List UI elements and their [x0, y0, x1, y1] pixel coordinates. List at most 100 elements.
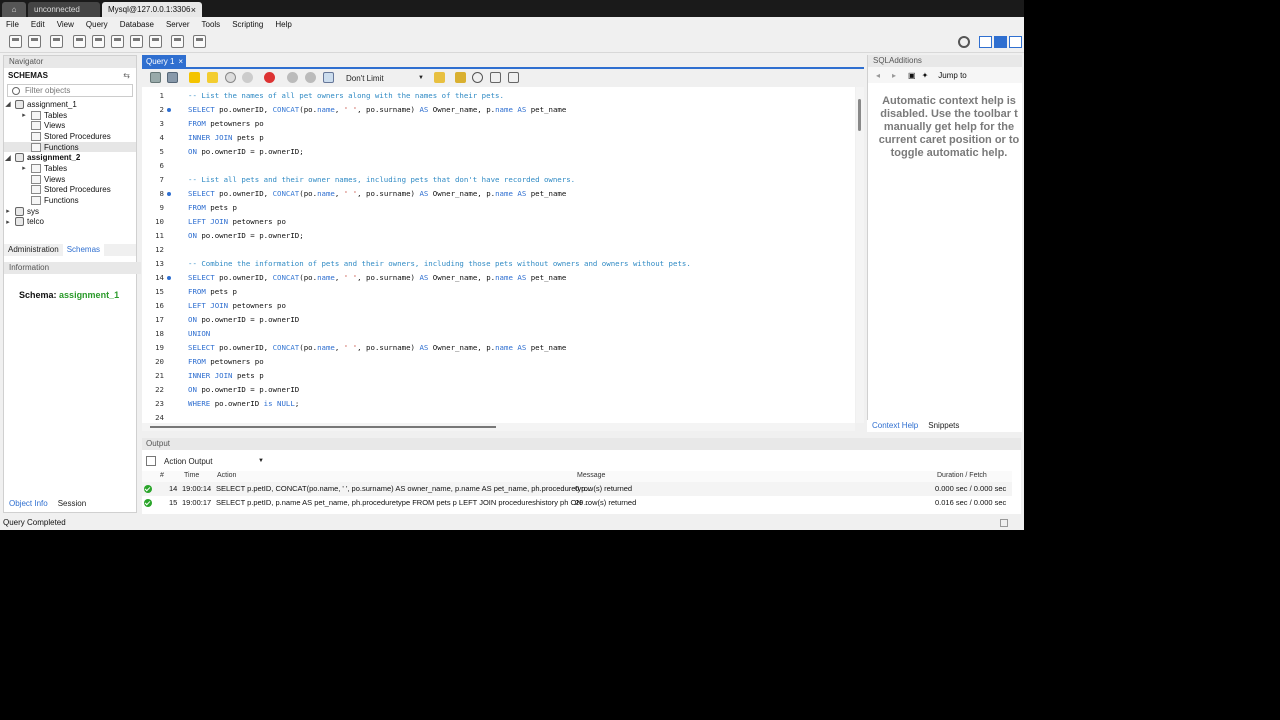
tree-item-tables[interactable]: ▸ Tables	[4, 110, 136, 121]
back-icon[interactable]: ◂	[876, 71, 880, 80]
code-line[interactable]: 12	[142, 243, 855, 257]
close-icon[interactable]: ×	[191, 5, 196, 15]
beautify-icon[interactable]	[455, 72, 466, 83]
tree-item-tables[interactable]: ▸ Tables	[4, 163, 136, 174]
schema-assignment-2[interactable]: ◢ assignment_2	[4, 152, 136, 163]
create-view-icon[interactable]	[111, 35, 124, 48]
filter-objects-input[interactable]: Filter objects	[7, 84, 133, 97]
tab-unconnected[interactable]: unconnected	[28, 2, 100, 17]
invisible-chars-icon[interactable]	[490, 72, 501, 83]
execute-statement-icon[interactable]	[207, 72, 218, 83]
output-row[interactable]: 14 19:00:14 SELECT p.petID, CONCAT(po.na…	[142, 482, 1012, 496]
tab-context-help[interactable]: Context Help	[867, 420, 924, 432]
menu-tools[interactable]: Tools	[196, 20, 227, 29]
reconnect-icon[interactable]	[193, 35, 206, 48]
tree-item-functions[interactable]: Functions	[4, 195, 136, 206]
refresh-icon[interactable]: ⇆	[123, 71, 130, 80]
home-tab[interactable]: ⌂	[2, 2, 26, 17]
code-line[interactable]: 4 INNER JOIN pets p	[142, 131, 855, 145]
code-line[interactable]: 21 INNER JOIN pets p	[142, 369, 855, 383]
expand-arrow-icon[interactable]: ▸	[4, 207, 12, 215]
code-line[interactable]: 20 FROM petowners po	[142, 355, 855, 369]
toggle-stop-on-error-icon[interactable]	[264, 72, 275, 83]
settings-gear-icon[interactable]	[958, 36, 970, 48]
tab-session[interactable]: Session	[53, 498, 91, 510]
code-line[interactable]: 5 ON po.ownerID = p.ownerID;	[142, 145, 855, 159]
code-line[interactable]: 11 ON po.ownerID = p.ownerID;	[142, 229, 855, 243]
menu-edit[interactable]: Edit	[25, 20, 51, 29]
expand-arrow-icon[interactable]: ◢	[4, 100, 12, 108]
code-line[interactable]: 9 FROM pets p	[142, 201, 855, 215]
tree-item-functions[interactable]: Functions	[4, 141, 136, 153]
create-procedure-icon[interactable]	[130, 35, 143, 48]
close-icon[interactable]: ×	[178, 57, 183, 66]
commit-icon[interactable]	[287, 72, 298, 83]
col-message[interactable]: Message	[577, 472, 605, 479]
find-icon[interactable]	[472, 72, 483, 83]
execute-icon[interactable]	[189, 72, 200, 83]
menu-scripting[interactable]: Scripting	[226, 20, 269, 29]
menu-query[interactable]: Query	[80, 20, 114, 29]
create-schema-icon[interactable]	[73, 35, 86, 48]
schema-telco[interactable]: ▸ telco	[4, 217, 136, 228]
code-line[interactable]: 18 UNION	[142, 327, 855, 341]
panel-toggle-icon[interactable]	[1000, 519, 1008, 527]
code-line[interactable]: 14 SELECT po.ownerID, CONCAT(po.name, ' '…	[142, 271, 855, 285]
autocommit-icon[interactable]	[323, 72, 334, 83]
output-row[interactable]: 15 19:00:17 SELECT p.petID, p.name AS pe…	[142, 496, 1012, 510]
schema-sys[interactable]: ▸ sys	[4, 206, 136, 217]
code-line[interactable]: 7 -- List all pets and their owner names,…	[142, 173, 855, 187]
add-snippet-icon[interactable]	[434, 72, 445, 83]
jump-to-select[interactable]: Jump to	[938, 71, 966, 80]
inspector-icon[interactable]	[50, 35, 63, 48]
create-table-icon[interactable]	[92, 35, 105, 48]
schema-assignment-1[interactable]: ◢ assignment_1	[4, 99, 136, 110]
code-line[interactable]: 16 LEFT JOIN petowners po	[142, 299, 855, 313]
manual-help-icon[interactable]: ▣	[908, 71, 916, 80]
explain-icon[interactable]	[225, 72, 236, 83]
menu-database[interactable]: Database	[114, 20, 160, 29]
tree-item-views[interactable]: Views	[4, 120, 136, 131]
tab-schemas[interactable]: Schemas	[62, 244, 105, 256]
menu-server[interactable]: Server	[160, 20, 196, 29]
code-line[interactable]: 15 FROM pets p	[142, 285, 855, 299]
tab-mysql-connection[interactable]: Mysql@127.0.0.1:3306 ×	[102, 2, 202, 17]
code-line[interactable]: 13 -- Combine the information of pets and…	[142, 257, 855, 271]
scrollbar-thumb[interactable]	[150, 426, 496, 428]
expand-arrow-icon[interactable]: ▸	[20, 164, 28, 172]
code-line[interactable]: 1 -- List the names of all pet owners alo…	[142, 89, 855, 103]
tab-snippets[interactable]: Snippets	[923, 420, 964, 432]
open-sql-script-icon[interactable]	[28, 35, 41, 48]
editor-vertical-scrollbar[interactable]	[856, 87, 864, 423]
toggle-navigator-icon[interactable]	[979, 36, 992, 48]
col-duration[interactable]: Duration / Fetch	[937, 472, 987, 479]
col-number[interactable]: #	[160, 472, 164, 479]
expand-arrow-icon[interactable]: ▸	[4, 218, 12, 226]
editor-horizontal-scrollbar[interactable]	[142, 423, 855, 431]
tab-object-info[interactable]: Object Info	[4, 498, 53, 510]
tree-item-stored-procedures[interactable]: Stored Procedures	[4, 185, 136, 196]
save-icon[interactable]	[167, 72, 178, 83]
code-line[interactable]: 23 WHERE po.ownerID is NULL;	[142, 397, 855, 411]
tree-item-views[interactable]: Views	[4, 174, 136, 185]
create-function-icon[interactable]	[149, 35, 162, 48]
open-file-icon[interactable]	[150, 72, 161, 83]
sql-editor[interactable]: 1 -- List the names of all pet owners alo…	[142, 87, 855, 423]
code-line[interactable]: 3 FROM petowners po	[142, 117, 855, 131]
code-line[interactable]: 6	[142, 159, 855, 173]
menu-file[interactable]: File	[0, 20, 25, 29]
output-type-select[interactable]: Action Output ▼	[146, 455, 264, 467]
menu-help[interactable]: Help	[269, 20, 297, 29]
code-line[interactable]: 8 SELECT po.ownerID, CONCAT(po.name, ' ',…	[142, 187, 855, 201]
tree-item-stored-procedures[interactable]: Stored Procedures	[4, 131, 136, 142]
col-time[interactable]: Time	[184, 472, 199, 479]
code-line[interactable]: 22 ON po.ownerID = p.ownerID	[142, 383, 855, 397]
code-line[interactable]: 19 SELECT po.ownerID, CONCAT(po.name, ' '…	[142, 341, 855, 355]
expand-arrow-icon[interactable]: ▸	[20, 111, 28, 119]
toggle-sidebar-icon[interactable]	[1009, 36, 1022, 48]
search-table-data-icon[interactable]	[171, 35, 184, 48]
tab-administration[interactable]: Administration	[4, 244, 63, 256]
auto-help-icon[interactable]: ✦	[922, 71, 929, 80]
limit-rows-select[interactable]: Don't Limit ▼	[344, 72, 424, 84]
menu-view[interactable]: View	[51, 20, 80, 29]
